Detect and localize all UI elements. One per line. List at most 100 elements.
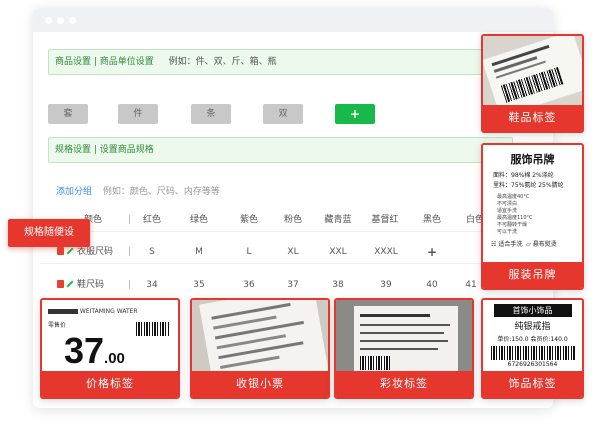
care-line: 可以干洗 — [497, 229, 518, 235]
ornament-label-price: 单价:150.0 会员价:140.0 — [497, 336, 568, 343]
barcode-image — [136, 322, 170, 336]
color-value[interactable]: 黑色 — [415, 208, 449, 232]
receipt-caption: 收银小票 — [192, 371, 328, 397]
clothing-tag-photo: 服饰吊牌 面料：98%棉 2%涤纶 里料：75%氨纶 25%腈纶 最高温度40°… — [483, 145, 582, 262]
add-unit-button[interactable]: + — [335, 104, 375, 124]
cosmetic-print-line — [360, 348, 438, 350]
row-separator: | — [128, 247, 132, 257]
hand-wash-label: 适合手洗 — [498, 241, 523, 248]
price-label-caption: 价格标签 — [42, 371, 178, 397]
shoe-label-card[interactable]: 鞋品标签 — [481, 34, 584, 133]
receipt-print-line — [220, 355, 280, 370]
price-label-card[interactable]: WEITAMING WATER 零售价 37.00 价格标签 — [40, 298, 180, 399]
window-titlebar — [33, 8, 553, 32]
care-line: 最高温度110°C — [497, 215, 533, 221]
color-value[interactable]: 基督红 — [365, 208, 405, 232]
size-value[interactable]: XL — [276, 240, 310, 264]
shoe-row-label-text: 鞋尺码 — [77, 280, 105, 290]
care-icons-row: ☵ 适合手洗 ▱ 悬布熨烫 — [483, 239, 582, 248]
iron-icon: ▱ — [526, 241, 531, 248]
shoe-size-value[interactable]: 39 — [369, 273, 403, 297]
ornament-label-photo: 首饰小饰品 纯银戒指 单价:150.0 会员价:140.0 6726926301… — [483, 300, 582, 371]
color-value[interactable]: 红色 — [135, 208, 169, 232]
add-size-button[interactable]: + — [425, 240, 439, 264]
receipt-print-line — [211, 302, 291, 320]
receipt-card[interactable]: 收银小票 — [190, 298, 330, 399]
unit-settings-bar: 商品设置 | 商品单位设置 例如：件、双、斤、箱、瓶 — [48, 49, 513, 75]
care-line: 最高温度40°C — [497, 194, 530, 200]
clothing-tag-lining: 里料：75%氨纶 25%腈纶 — [493, 182, 564, 189]
add-group-label[interactable]: 添加分组 — [56, 187, 92, 197]
color-value[interactable]: 紫色 — [232, 208, 266, 232]
edit-icon[interactable] — [66, 247, 74, 255]
price-label-retail: 零售价 — [48, 322, 67, 329]
window-dot-icon — [69, 17, 76, 24]
shoe-spec-row: 鞋尺码 | 34 35 36 37 38 39 40 41 — [40, 273, 500, 297]
delete-icon[interactable] — [57, 247, 64, 255]
ornament-label-caption: 饰品标签 — [483, 371, 582, 397]
hand-wash-icon: ☵ — [491, 241, 497, 248]
unit-button-tiao[interactable]: 条 — [191, 104, 231, 124]
price-integer: 37 — [64, 330, 105, 371]
shoe-size-value[interactable]: 38 — [321, 273, 355, 297]
size-spec-row: 衣服尺码 | S M L XL XXL XXXL + — [40, 240, 500, 264]
price-label-amount: 37.00 — [64, 330, 125, 371]
color-spec-row: 颜色 | 红色 绿色 紫色 粉色 藏青蓝 基督红 黑色 白色 — [40, 208, 500, 232]
shoe-label-caption: 鞋品标签 — [483, 105, 582, 131]
redacted-text-block — [48, 309, 78, 314]
clothing-tag-fabric: 面料：98%棉 2%涤纶 — [493, 172, 554, 179]
shoe-size-value[interactable]: 40 — [415, 273, 449, 297]
edit-icon[interactable] — [66, 280, 74, 288]
price-label-photo: WEITAMING WATER 零售价 37.00 — [42, 300, 178, 371]
ornament-label-card[interactable]: 首饰小饰品 纯银戒指 单价:150.0 会员价:140.0 6726926301… — [481, 298, 584, 399]
size-value[interactable]: M — [182, 240, 216, 264]
spec-settings-title: 规格设置 | 设置商品规格 — [55, 145, 154, 155]
color-value[interactable]: 绿色 — [182, 208, 216, 232]
ornament-label-name: 纯银戒指 — [514, 322, 551, 332]
shoe-size-value[interactable]: 35 — [182, 273, 216, 297]
row-divider — [40, 231, 500, 232]
cosmetic-label-photo — [336, 300, 472, 371]
size-row-label-text: 衣服尺码 — [77, 247, 114, 257]
size-value[interactable]: XXXL — [366, 240, 406, 264]
receipt-photo — [192, 300, 328, 371]
spec-settings-bar: 规格设置 | 设置商品规格 — [48, 137, 513, 163]
window-dot-icon — [57, 17, 64, 24]
shoe-row-label: 鞋尺码 — [57, 273, 104, 297]
size-value[interactable]: S — [135, 240, 169, 264]
row-divider — [40, 263, 500, 264]
ornament-label-head: 首饰小饰品 — [493, 304, 572, 317]
cosmetic-print-line — [360, 340, 448, 342]
iron-label: 悬布熨烫 — [532, 241, 557, 248]
size-value[interactable]: XXL — [321, 240, 355, 264]
price-label-brand: WEITAMING WATER — [79, 308, 138, 315]
clothing-tag-card[interactable]: 服饰吊牌 面料：98%棉 2%涤纶 里料：75%氨纶 25%腈纶 最高温度40°… — [481, 143, 584, 290]
clothing-tag-caption: 服装吊牌 — [483, 262, 582, 288]
add-group-hint: 例如：颜色、尺码、内存等等 — [102, 187, 220, 197]
shoe-label-photo — [483, 36, 582, 105]
shoe-size-value[interactable]: 34 — [135, 273, 169, 297]
add-group-link[interactable]: 添加分组 例如：颜色、尺码、内存等等 — [56, 184, 220, 197]
delete-icon[interactable] — [57, 280, 64, 288]
window-dot-icon — [45, 17, 52, 24]
receipt-paper-image — [199, 300, 328, 371]
cosmetic-label-caption: 彩妆标签 — [336, 371, 472, 397]
price-decimal: .00 — [104, 350, 125, 367]
row-separator: | — [128, 280, 132, 290]
care-line: 不可翻转干燥 — [497, 222, 528, 228]
unit-button-jian[interactable]: 件 — [118, 104, 158, 124]
shoe-size-value[interactable]: 36 — [232, 273, 266, 297]
unit-button-tao[interactable]: 套 — [48, 104, 88, 124]
color-value[interactable]: 藏青蓝 — [318, 208, 358, 232]
cosmetic-print-line — [360, 324, 450, 326]
barcode-image — [490, 346, 575, 360]
color-value[interactable]: 粉色 — [276, 208, 310, 232]
cosmetic-print-line — [360, 332, 444, 334]
barcode-image — [360, 356, 390, 370]
shoe-size-value[interactable]: 37 — [276, 273, 310, 297]
cosmetic-label-card[interactable]: 彩妆标签 — [334, 298, 474, 399]
size-value[interactable]: L — [232, 240, 266, 264]
shoe-tag-image — [483, 36, 582, 105]
unit-button-shuang[interactable]: 双 — [263, 104, 303, 124]
clothing-tag-title: 服饰吊牌 — [510, 153, 555, 166]
